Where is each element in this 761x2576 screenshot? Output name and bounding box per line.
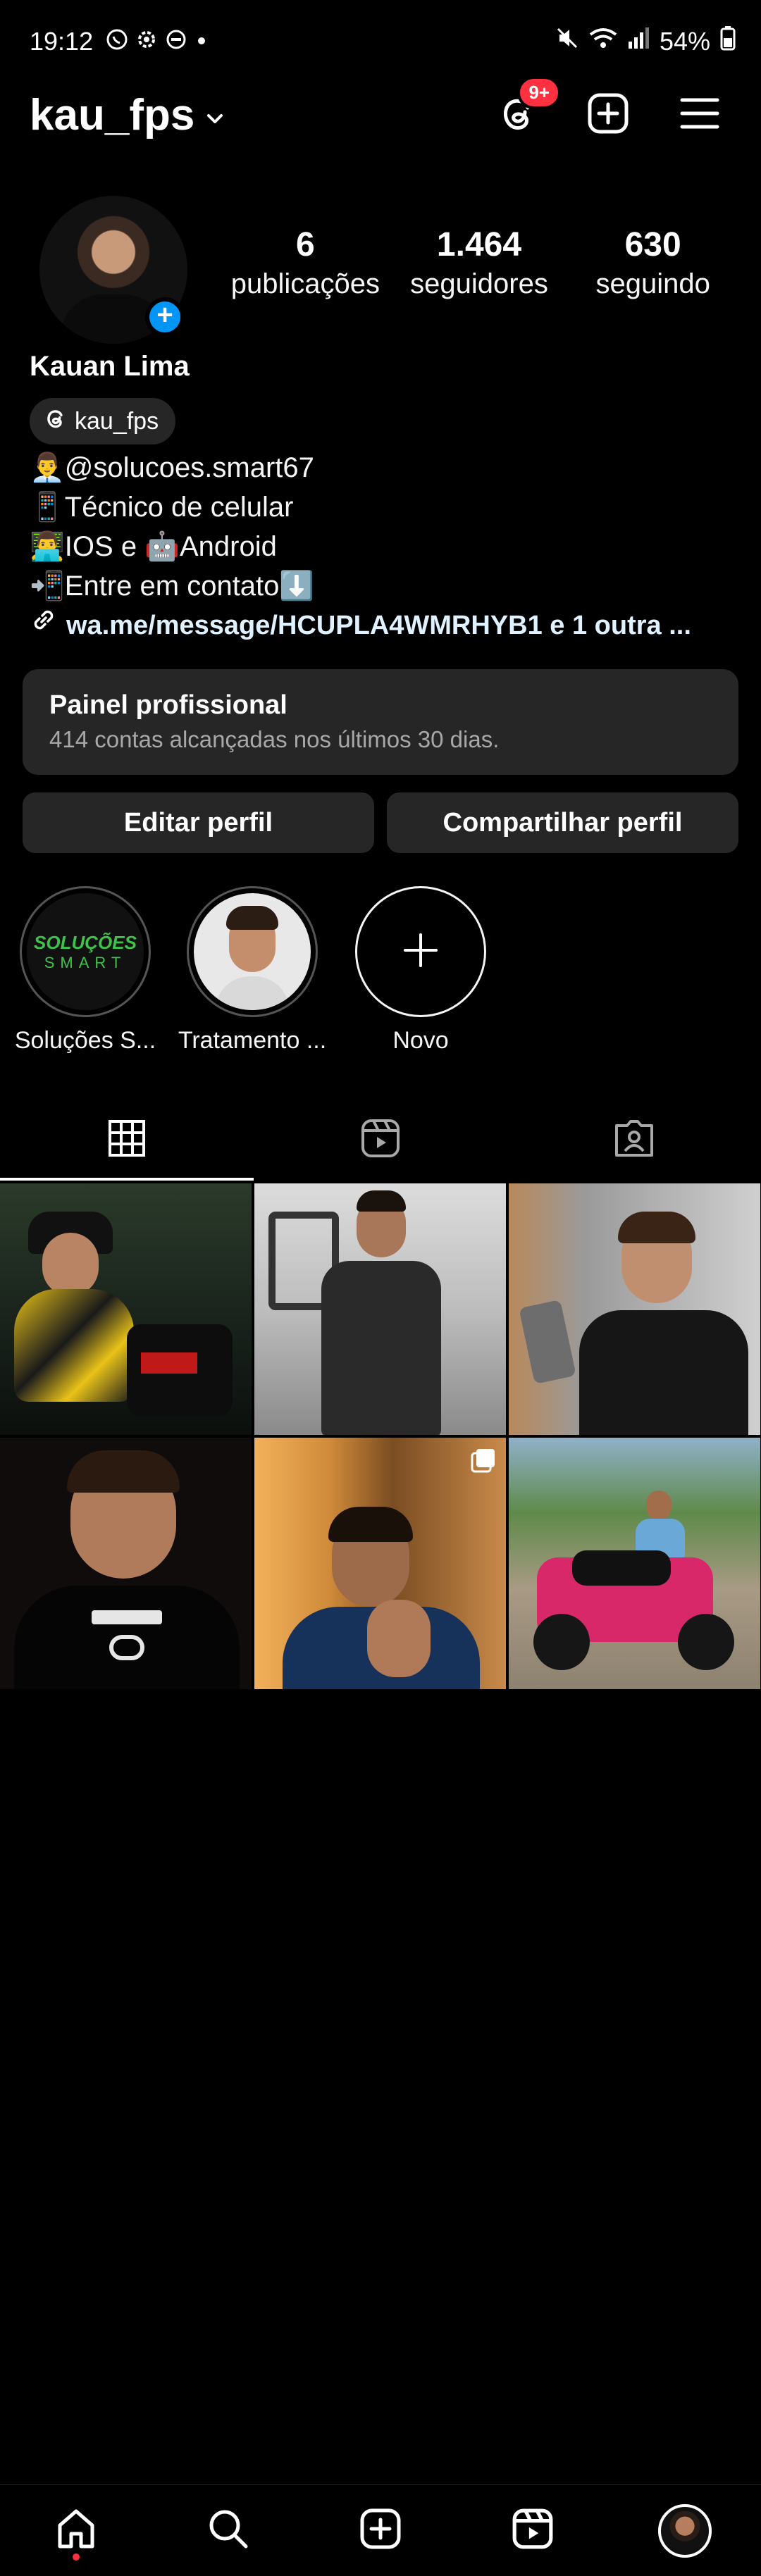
- settings-status-icon: [135, 28, 158, 56]
- post-thumbnail[interactable]: [0, 1438, 252, 1689]
- stat-following[interactable]: 630 seguindo: [569, 225, 738, 300]
- highlight-label: Tratamento ...: [178, 1027, 327, 1054]
- wifi-icon: [589, 26, 617, 56]
- threads-small-icon: [44, 406, 68, 437]
- multiple-images-icon: [469, 1446, 497, 1478]
- stat-following-label: seguindo: [595, 268, 710, 299]
- tagged-person-icon: [613, 1117, 655, 1163]
- profile-avatar[interactable]: +: [39, 196, 187, 344]
- story-highlights: SOLUÇÕES SMART Soluções S... Tratamento …: [0, 886, 761, 1062]
- status-bar: 19:12 54%: [0, 0, 761, 85]
- bottom-navigation: [0, 2484, 761, 2576]
- highlight-label: Soluções S...: [14, 1027, 156, 1054]
- post-thumbnail[interactable]: [0, 1183, 252, 1435]
- header-username: kau_fps: [30, 91, 195, 139]
- highlight-cover-photo: [194, 893, 311, 1010]
- home-icon: [54, 2507, 98, 2554]
- stat-posts-count: 6: [295, 226, 315, 263]
- threads-button[interactable]: 9+: [493, 76, 561, 139]
- profile-actions: Editar perfil Compartilhar perfil: [23, 792, 738, 853]
- professional-dashboard[interactable]: Painel profissional 414 contas alcançada…: [23, 669, 738, 775]
- status-right: 54%: [555, 25, 736, 57]
- bio-external-link[interactable]: wa.me/message/HCUPLA4WMRHYB1 e 1 outra .…: [30, 606, 734, 645]
- highlight-label: Novo: [392, 1027, 449, 1054]
- bio-line[interactable]: 👨‍💼@solucoes.smart67: [30, 448, 734, 487]
- plus-square-icon: [586, 92, 630, 139]
- signal-icon: [627, 26, 650, 56]
- stat-followers-label: seguidores: [410, 268, 548, 299]
- status-notification-icons: [106, 28, 209, 56]
- bio-link-text: wa.me/message/HCUPLA4WMRHYB1 e 1 outra .…: [66, 611, 691, 640]
- profile-avatar-icon: [658, 2503, 712, 2558]
- post-thumbnail[interactable]: [509, 1438, 760, 1689]
- post-thumbnail[interactable]: [509, 1183, 760, 1435]
- dot-status-icon: [194, 28, 209, 56]
- panel-subtitle: 414 contas alcançadas nos últimos 30 dia…: [49, 726, 500, 752]
- threads-handle: kau_fps: [75, 407, 159, 435]
- plus-square-icon: [359, 2507, 402, 2554]
- nav-create[interactable]: [304, 2485, 457, 2576]
- tab-tagged[interactable]: [507, 1099, 761, 1181]
- nav-profile[interactable]: [609, 2485, 761, 2576]
- highlight-solucoes[interactable]: SOLUÇÕES SMART Soluções S...: [4, 886, 166, 1054]
- status-time: 19:12: [30, 27, 94, 56]
- profile-full-name: Kauan Lima: [30, 351, 190, 382]
- whatsapp-status-icon: [106, 28, 128, 56]
- bio-line: 📲Entre em contato⬇️: [30, 571, 315, 602]
- hamburger-menu-icon: [678, 92, 722, 139]
- battery-text: 54%: [659, 26, 710, 56]
- menu-button[interactable]: [675, 90, 724, 139]
- logo-subtext: SMART: [44, 953, 127, 971]
- nav-search[interactable]: [152, 2485, 304, 2576]
- create-post-button[interactable]: [583, 90, 633, 139]
- bio-line: 👨‍💻IOS e 🤖Android: [30, 531, 277, 562]
- profile-bio: 👨‍💼@solucoes.smart67 📱Técnico de celular…: [30, 448, 734, 645]
- mute-icon: [555, 26, 579, 56]
- logo-text: SOLUÇÕES: [34, 931, 137, 953]
- notification-dot: [73, 2553, 80, 2561]
- add-story-plus-icon[interactable]: +: [145, 297, 185, 337]
- stat-following-count: 630: [624, 226, 681, 263]
- reels-icon: [359, 1117, 402, 1163]
- stat-followers[interactable]: 1.464 seguidores: [395, 225, 564, 300]
- search-icon: [206, 2507, 250, 2554]
- nav-reels[interactable]: [457, 2485, 609, 2576]
- tab-reels[interactable]: [254, 1099, 507, 1181]
- plus-icon: [401, 931, 440, 973]
- stat-followers-count: 1.464: [436, 226, 522, 263]
- battery-icon: [720, 25, 736, 57]
- profile-content-tabs: [0, 1099, 761, 1181]
- highlight-new[interactable]: Novo: [340, 886, 502, 1054]
- post-thumbnail[interactable]: [254, 1183, 506, 1435]
- threads-profile-chip[interactable]: kau_fps: [30, 398, 176, 444]
- tab-grid[interactable]: [0, 1099, 254, 1181]
- grid-icon: [107, 1119, 147, 1162]
- stat-posts-label: publicações: [230, 268, 380, 299]
- account-switcher[interactable]: kau_fps: [30, 90, 225, 140]
- share-profile-button[interactable]: Compartilhar perfil: [387, 792, 738, 853]
- stat-posts[interactable]: 6 publicações: [221, 225, 390, 300]
- highlight-cover-logo: SOLUÇÕES SMART: [27, 893, 144, 1010]
- threads-badge: 9+: [517, 76, 561, 109]
- bio-line: 📱Técnico de celular: [30, 492, 294, 523]
- post-thumbnail[interactable]: [254, 1438, 506, 1689]
- reels-icon: [511, 2507, 555, 2554]
- chevron-down-icon: [204, 90, 225, 140]
- link-icon: [30, 606, 58, 645]
- nav-home[interactable]: [0, 2485, 152, 2576]
- profile-stats: 6 publicações 1.464 seguidores 630 segui…: [218, 225, 740, 300]
- highlight-tratamento[interactable]: Tratamento ...: [171, 886, 333, 1054]
- panel-title: Painel profissional: [49, 690, 287, 720]
- dnd-status-icon: [165, 28, 187, 56]
- posts-grid: [0, 1183, 761, 1689]
- edit-profile-button[interactable]: Editar perfil: [23, 792, 374, 853]
